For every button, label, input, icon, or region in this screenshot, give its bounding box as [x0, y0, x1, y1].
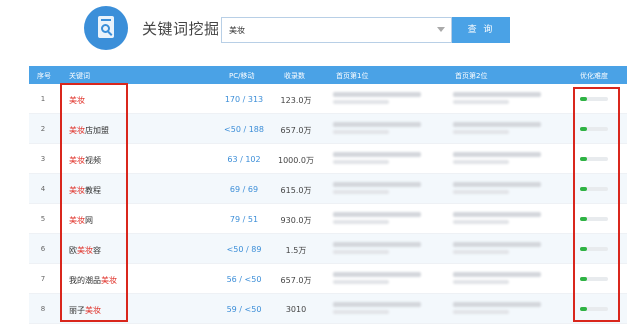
table-header: 序号 关键词 PC/移动 收录数 首页第1位 首页第2位 优化难度 — [29, 66, 627, 84]
indexed-count: 615.0万 — [280, 186, 312, 195]
column-header-rank1: 首页第1位 — [336, 72, 369, 80]
indexed-count: 3010 — [285, 305, 307, 314]
indexed-count: 657.0万 — [280, 276, 312, 285]
query-button[interactable]: 查 询 — [452, 17, 510, 43]
rank2-blurred — [453, 242, 553, 256]
pc-mobile-link[interactable]: 63 / 102 — [219, 155, 269, 164]
pc-mobile-link[interactable]: 170 / 313 — [219, 95, 269, 104]
column-header-keyword: 关键词 — [69, 72, 90, 80]
pc-mobile-link[interactable]: <50 / 89 — [219, 245, 269, 254]
indexed-count: 1000.0万 — [278, 156, 314, 165]
row-index: 4 — [40, 185, 46, 193]
app-logo — [84, 6, 128, 50]
rank1-blurred — [333, 302, 423, 316]
column-header-difficulty: 优化难度 — [580, 72, 608, 80]
indexed-count: 657.0万 — [280, 126, 312, 135]
page-title: 关键词挖掘 — [142, 20, 220, 38]
indexed-count: 123.0万 — [280, 96, 312, 105]
indexed-count: 930.0万 — [280, 216, 312, 225]
row-index: 6 — [40, 245, 46, 253]
indexed-count: 1.5万 — [285, 246, 307, 255]
row-index: 8 — [40, 305, 46, 313]
rank2-blurred — [453, 182, 553, 196]
column-header-index: 序号 — [37, 72, 51, 80]
rank1-blurred — [333, 182, 423, 196]
difficulty-highlight-frame — [573, 87, 620, 322]
chevron-down-icon[interactable] — [437, 27, 445, 32]
rank1-blurred — [333, 242, 423, 256]
rank2-blurred — [453, 152, 553, 166]
row-index: 7 — [40, 275, 46, 283]
pc-mobile-link[interactable]: 59 / <50 — [219, 305, 269, 314]
row-index: 5 — [40, 215, 46, 223]
row-index: 3 — [40, 155, 46, 163]
rank2-blurred — [453, 92, 553, 106]
column-header-count: 收录数 — [284, 72, 305, 80]
column-header-pc-mobile: PC/移动 — [229, 72, 255, 80]
rank1-blurred — [333, 122, 423, 136]
column-header-rank2: 首页第2位 — [455, 72, 488, 80]
keyword-highlight-frame — [60, 83, 128, 322]
pc-mobile-link[interactable]: 56 / <50 — [219, 275, 269, 284]
keyword-select[interactable]: 美妆 — [221, 17, 452, 43]
rank1-blurred — [333, 272, 423, 286]
rank2-blurred — [453, 272, 553, 286]
rank2-blurred — [453, 302, 553, 316]
pc-mobile-link[interactable]: 69 / 69 — [219, 185, 269, 194]
row-index: 2 — [40, 125, 46, 133]
rank2-blurred — [453, 122, 553, 136]
row-index: 1 — [40, 95, 46, 103]
rank2-blurred — [453, 212, 553, 226]
rank1-blurred — [333, 152, 423, 166]
document-line — [101, 19, 111, 21]
keyword-select-value: 美妆 — [229, 26, 245, 35]
pc-mobile-link[interactable]: <50 / 188 — [219, 125, 269, 134]
rank1-blurred — [333, 212, 423, 226]
rank1-blurred — [333, 92, 423, 106]
pc-mobile-link[interactable]: 79 / 51 — [219, 215, 269, 224]
